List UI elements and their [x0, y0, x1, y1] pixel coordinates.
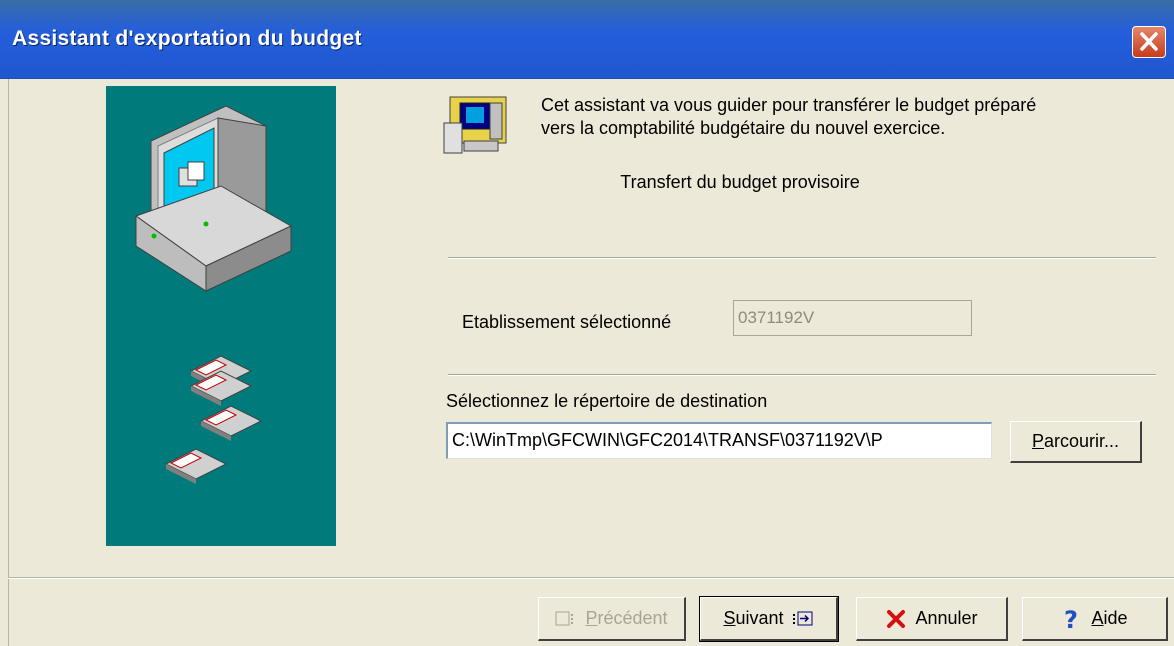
close-icon	[1140, 32, 1158, 51]
destination-path-input[interactable]: C:\WinTmp\GFCWIN\GFC2014\TRANSF\0371192V…	[446, 422, 992, 459]
next-button[interactable]: Suivant	[699, 596, 839, 642]
previous-label: Précédent	[585, 608, 668, 628]
establishment-label: Etablissement sélectionné	[462, 312, 672, 332]
previous-arrow-icon	[555, 611, 574, 625]
intro-line-2: vers la comptabilité budgétaire du nouve…	[541, 118, 946, 138]
computer-illustration-icon	[134, 105, 293, 484]
help-label: Aide	[1091, 608, 1128, 628]
help-question-icon: ?	[1064, 606, 1078, 632]
establishment-field: 0371192V	[733, 300, 972, 336]
next-arrow-icon	[792, 611, 813, 625]
help-button[interactable]: ? Aide	[1022, 597, 1168, 641]
divider	[448, 257, 1156, 259]
cancel-label: Annuler	[915, 608, 978, 628]
intro-text: Cet assistant va vous guider pour transf…	[541, 94, 1141, 140]
window-left-border	[0, 79, 9, 646]
svg-text:?: ?	[1064, 606, 1078, 632]
previous-button[interactable]: Précédent	[538, 597, 686, 641]
footer-separator	[8, 577, 1174, 579]
divider	[448, 374, 1156, 376]
wizard-side-panel	[106, 86, 336, 546]
wizard-computer-icon	[443, 96, 507, 154]
close-button[interactable]	[1132, 26, 1166, 58]
title-bar: Assistant d'exportation du budget	[0, 0, 1174, 79]
window-title: Assistant d'exportation du budget	[12, 27, 362, 50]
intro-line-1: Cet assistant va vous guider pour transf…	[541, 95, 1037, 115]
browse-button[interactable]: Parcourir...	[1010, 421, 1142, 463]
destination-label: Sélectionnez le répertoire de destinatio…	[446, 391, 768, 411]
step-subtitle: Transfert du budget provisoire	[620, 172, 860, 192]
cancel-x-icon	[887, 609, 906, 628]
next-label: Suivant	[723, 608, 784, 628]
cancel-button[interactable]: Annuler	[856, 597, 1008, 641]
browse-label: Parcourir...	[1031, 431, 1120, 451]
